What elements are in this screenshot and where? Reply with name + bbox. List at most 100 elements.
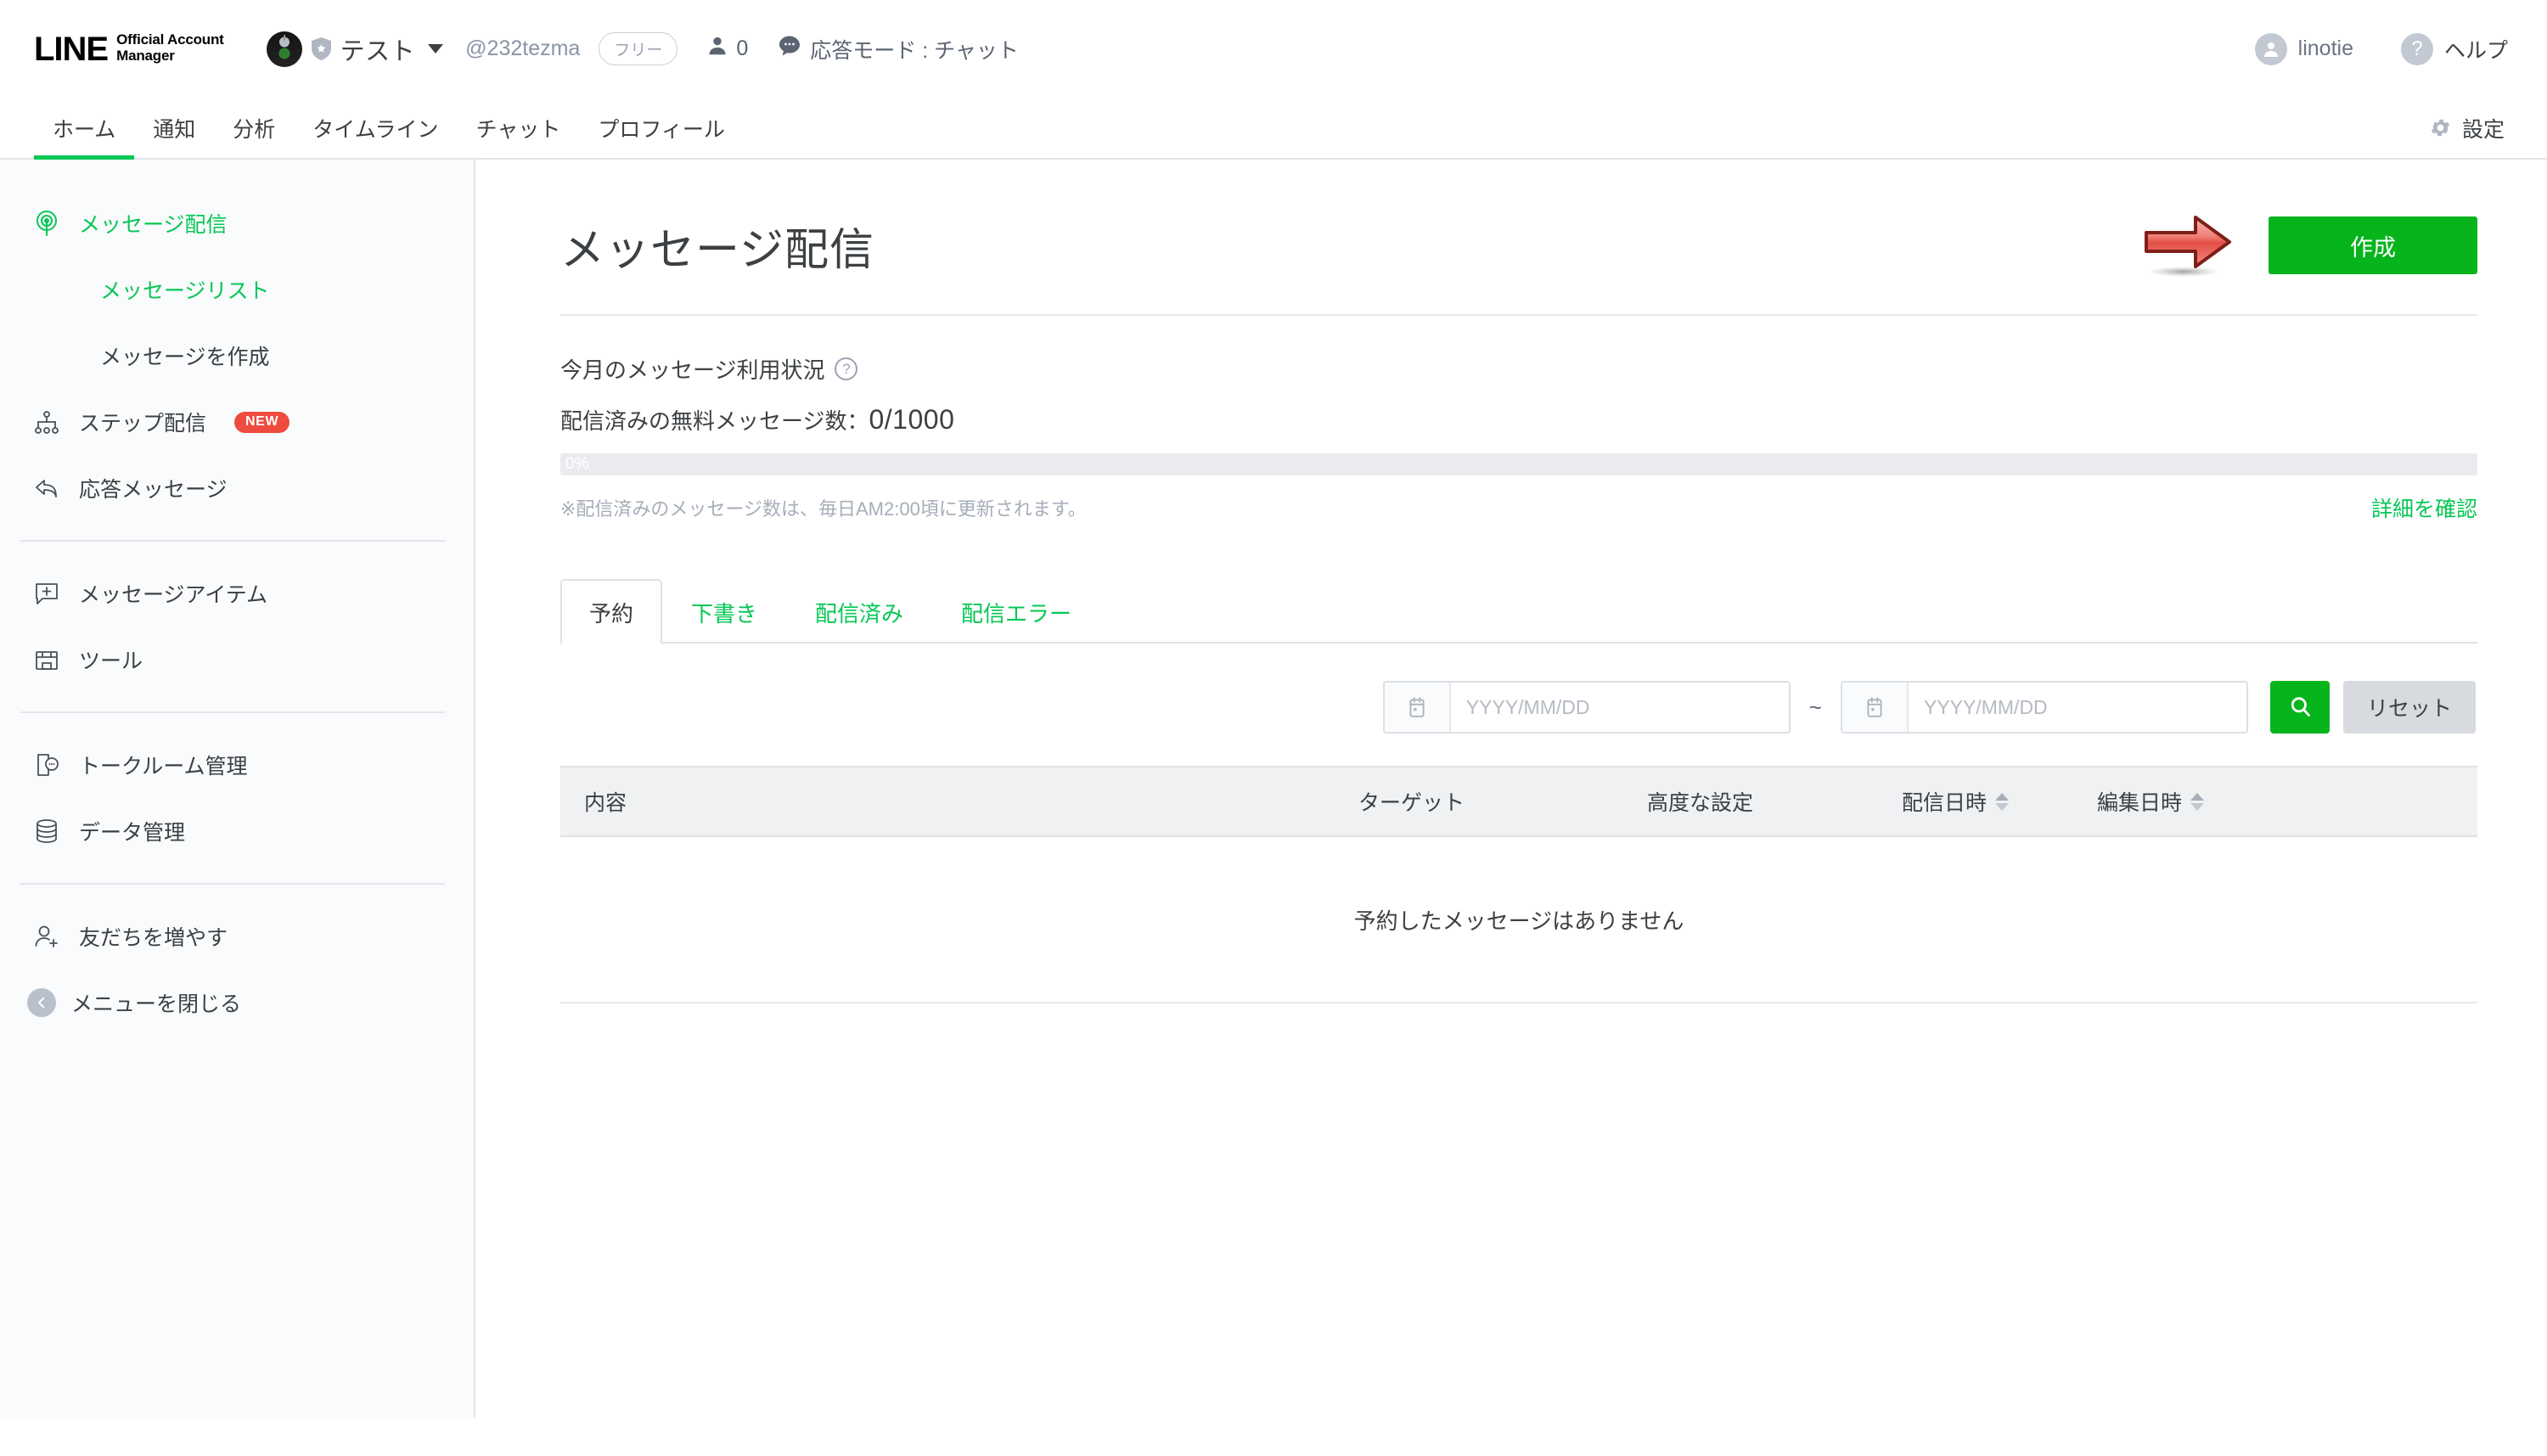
tab-error[interactable]: 配信エラー <box>932 579 1100 644</box>
sidebar-item-label: 応答メッセージ <box>79 478 228 502</box>
usage-note: ※配信済みのメッセージ数は、毎日AM2:00頃に更新されます。 <box>560 498 1087 520</box>
help-tooltip-icon[interactable]: ? <box>835 357 858 380</box>
sidebar-item-label: ツール <box>79 649 143 673</box>
collapse-menu-label: メニューを閉じる <box>71 992 242 1016</box>
tabs-underline <box>560 642 2477 644</box>
column-label: 配信日時 <box>1902 791 1988 815</box>
column-header-send-datetime[interactable]: 配信日時 <box>1893 786 2089 817</box>
nav-item-label: タイムライン <box>312 117 439 142</box>
date-from-field[interactable] <box>1382 681 1791 734</box>
tab-label: 下書き <box>691 601 758 627</box>
logo-line-text: LINE <box>34 30 109 68</box>
date-to-field[interactable] <box>1840 681 2248 734</box>
sidebar-item-label: メッセージアイテム <box>79 583 268 607</box>
message-table: 内容 ターゲット 高度な設定 配信日時 編集日時 予約したメッセージはありません <box>560 766 2477 1003</box>
column-header-content: 内容 <box>560 786 1350 817</box>
sort-arrows-icon[interactable] <box>2190 792 2205 811</box>
sidebar-item-create-message[interactable]: メッセージを作成 <box>0 323 474 389</box>
settings-label: 設定 <box>2461 117 2505 142</box>
tab-scheduled[interactable]: 予約 <box>560 579 663 645</box>
nav-item-notifications[interactable]: 通知 <box>134 98 214 158</box>
chevron-left-icon <box>27 988 56 1017</box>
date-from-input[interactable] <box>1450 683 1789 732</box>
column-label: 高度な設定 <box>1647 791 1754 815</box>
logo-subtitle: Official Account Manager <box>116 31 224 65</box>
sidebar-item-tools[interactable]: ツール <box>0 627 474 693</box>
primary-nav: ホーム 通知 分析 タイムライン チャット プロフィール 設定 <box>0 98 2547 160</box>
usage-detail-link[interactable]: 詳細を確認 <box>2371 492 2477 523</box>
usage-heading-row: 今月のメッセージ利用状況 ? <box>560 353 2477 385</box>
nav-item-label: 通知 <box>153 117 196 142</box>
sidebar-item-message-list[interactable]: メッセージリスト <box>0 256 474 323</box>
account-name: テスト <box>340 37 416 65</box>
message-plus-icon <box>32 579 61 608</box>
nav-item-analytics[interactable]: 分析 <box>214 98 294 158</box>
search-button[interactable] <box>2269 681 2330 734</box>
sidebar-item-step-delivery[interactable]: ステップ配信 NEW <box>0 389 474 455</box>
sidebar-item-data-management[interactable]: データ管理 <box>0 798 474 864</box>
usage-footer-row: ※配信済みのメッセージ数は、毎日AM2:00頃に更新されます。 詳細を確認 <box>560 492 2477 523</box>
date-to-input[interactable] <box>1908 683 2246 732</box>
date-range-separator: ~ <box>1808 694 1822 720</box>
column-header-edit-datetime[interactable]: 編集日時 <box>2089 786 2292 817</box>
sidebar: メッセージ配信 メッセージリスト メッセージを作成 ステップ配信 NEW 応答メ… <box>0 160 475 1418</box>
calendar-icon[interactable] <box>1384 683 1451 732</box>
calendar-icon[interactable] <box>1841 683 1909 732</box>
line-oa-manager-logo[interactable]: LINE Official Account Manager <box>34 30 224 68</box>
new-badge: NEW <box>234 411 290 433</box>
table-header-row: 内容 ターゲット 高度な設定 配信日時 編集日時 <box>560 766 2477 837</box>
usage-count-label: 配信済みの無料メッセージ数： <box>560 408 869 434</box>
page-body: メッセージ配信 メッセージリスト メッセージを作成 ステップ配信 NEW 応答メ… <box>0 160 2547 1456</box>
tab-draft[interactable]: 下書き <box>662 579 786 644</box>
sidebar-item-gain-friends[interactable]: 友だちを増やす <box>0 903 474 970</box>
collapse-menu-button[interactable]: メニューを閉じる <box>0 970 474 1036</box>
sidebar-item-message-items[interactable]: メッセージアイテム <box>0 560 474 627</box>
column-label: ターゲット <box>1358 791 1465 815</box>
nav-item-home[interactable]: ホーム <box>34 98 135 160</box>
page-header: メッセージ配信 作成 <box>560 212 2477 316</box>
sidebar-item-label: データ管理 <box>79 821 186 845</box>
red-arrow-annotation-icon <box>2143 212 2235 278</box>
response-mode-label: 応答モード : チャット <box>810 38 1019 63</box>
gear-icon <box>2429 116 2452 139</box>
nav-item-timeline[interactable]: タイムライン <box>294 98 457 158</box>
main-content: メッセージ配信 作成 今月のメッセージ利用状況 ? 配信済みの無料メッセージ数：… <box>475 160 2547 1456</box>
user-menu[interactable]: linotie ? ヘルプ <box>2254 32 2508 65</box>
nav-item-chat[interactable]: チャット <box>458 98 580 158</box>
nav-item-label: 分析 <box>233 117 276 142</box>
friend-count-value: 0 <box>736 37 749 60</box>
column-header-advanced-settings: 高度な設定 <box>1639 786 1893 817</box>
add-friend-icon <box>32 922 61 951</box>
logo-subtitle-line1: Official Account <box>116 31 224 48</box>
tab-sent[interactable]: 配信済み <box>786 579 932 644</box>
usage-heading-label: 今月のメッセージ利用状況 <box>560 357 825 383</box>
nav-item-profile[interactable]: プロフィール <box>579 98 744 158</box>
sidebar-divider-2 <box>20 711 445 713</box>
plan-badge: フリー <box>599 32 678 65</box>
verified-shield-icon <box>311 37 331 60</box>
chevron-down-icon[interactable] <box>428 44 444 53</box>
help-label[interactable]: ヘルプ <box>2444 34 2508 65</box>
settings-link[interactable]: 設定 <box>2429 98 2508 158</box>
tab-label: 予約 <box>589 601 634 627</box>
column-header-target: ターゲット <box>1350 786 1639 817</box>
page-header-actions: 作成 <box>2143 212 2477 278</box>
sidebar-item-auto-reply[interactable]: 応答メッセージ <box>0 455 474 521</box>
help-question-icon[interactable]: ? <box>2400 32 2433 65</box>
sidebar-item-talkroom-management[interactable]: トークルーム管理 <box>0 732 474 798</box>
sidebar-item-broadcast[interactable]: メッセージ配信 <box>0 190 474 256</box>
logo-subtitle-line2: Manager <box>116 47 175 64</box>
create-message-button[interactable]: 作成 <box>2269 216 2477 274</box>
user-name-label: linotie <box>2297 37 2353 60</box>
sidebar-item-label: メッセージ配信 <box>79 213 228 237</box>
sort-arrows-icon[interactable] <box>1995 792 2010 811</box>
sidebar-subitem-label: メッセージを作成 <box>100 346 270 369</box>
reset-button[interactable]: リセット <box>2342 681 2476 734</box>
chat-bubble-icon <box>779 35 801 63</box>
account-switcher[interactable]: テスト <box>266 31 444 67</box>
account-avatar <box>266 31 302 67</box>
nav-item-label: ホーム <box>53 117 116 142</box>
sidebar-subitem-label: メッセージリスト <box>100 279 270 303</box>
response-mode-group[interactable]: 応答モード : チャット <box>779 34 1019 65</box>
nav-item-label: プロフィール <box>598 117 725 142</box>
